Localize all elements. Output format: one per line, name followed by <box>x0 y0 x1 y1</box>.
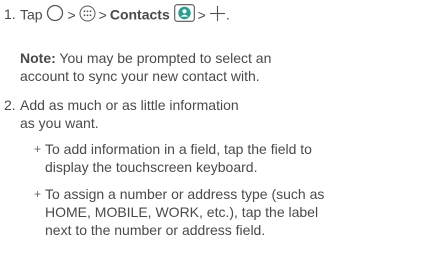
note-label: Note: <box>20 50 56 66</box>
home-circle-icon <box>46 4 64 26</box>
step-number: 2. <box>4 97 16 113</box>
step-2-line-1: Add as much or as little information <box>20 97 239 113</box>
step-1-tap-text: Tap <box>20 6 43 23</box>
contacts-label: Contacts <box>109 6 170 23</box>
bullet-1-line-1: To add information in a field, tap the f… <box>45 141 312 157</box>
separator: > <box>67 6 76 23</box>
bullet-marker: + <box>34 187 42 201</box>
note-text: You may be prompted to select an <box>55 50 272 66</box>
separator: > <box>98 6 107 23</box>
bullet-marker: + <box>34 142 42 156</box>
bullet-2-line-2: HOME, MOBILE, WORK, etc.), tap the label <box>45 204 319 220</box>
note-line-1: Note: You may be prompted to select an <box>20 49 271 67</box>
contacts-person-icon <box>173 4 195 26</box>
step-2-line-2: as you want. <box>20 115 99 131</box>
add-plus-icon <box>209 5 226 26</box>
period: . <box>225 6 230 23</box>
bullet-1-line-2: display the touchscreen keyboard. <box>45 159 258 175</box>
note-line-2: account to sync your new contact with. <box>20 68 260 84</box>
separator: > <box>197 6 206 23</box>
apps-grid-icon <box>79 5 96 26</box>
step-number: 1. <box>4 6 16 22</box>
bullet-2-line-3: next to the number or address field. <box>45 222 266 238</box>
bullet-2-line-1: To assign a number or address type (such… <box>45 186 325 202</box>
step-1-line: Tap > > Contacts > . <box>20 4 230 27</box>
instruction-document: 1. Tap > > Contacts > . Note: You may be… <box>0 0 424 259</box>
